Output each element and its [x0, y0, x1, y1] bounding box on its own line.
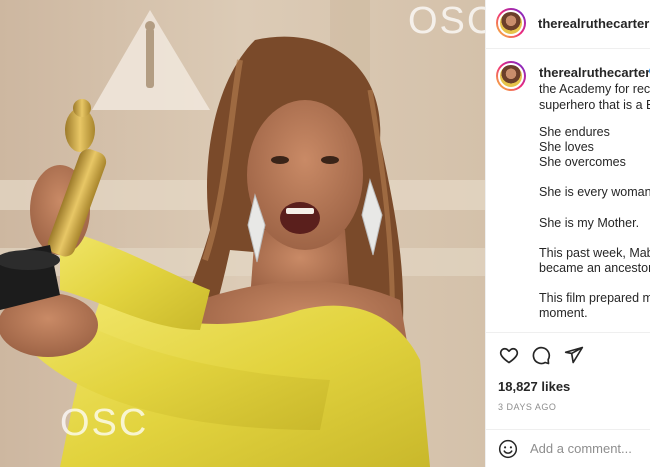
caption-line: the Academy for reco	[539, 82, 650, 96]
emoji-icon[interactable]	[498, 439, 518, 459]
caption-line: She endures	[539, 125, 610, 139]
caption-line: This film prepared m	[539, 291, 650, 305]
caption-line: She overcomes	[539, 155, 626, 169]
backdrop-text-top: OSC	[408, 0, 485, 42]
header-username[interactable]: therealruthecarter	[538, 16, 649, 31]
caption-line: She is every woman	[539, 185, 650, 199]
caption-line: superhero that is a B	[539, 98, 650, 112]
caption-line: became an ancestor.	[539, 261, 650, 275]
backdrop-text-bottom: OSC	[60, 402, 149, 444]
post-actions: 18,827 likes 3 DAYS AGO	[486, 332, 650, 467]
post-photo[interactable]: OSC OSC	[0, 0, 485, 467]
likes-count[interactable]: 18,827 likes	[498, 379, 570, 394]
caption-username[interactable]: therealruthecarter	[539, 65, 650, 80]
post-timestamp[interactable]: 3 DAYS AGO	[498, 402, 556, 412]
post-side-panel: therealruthecarter therealruthecarter th…	[485, 0, 650, 467]
share-icon[interactable]	[564, 345, 584, 365]
caption-line: She is my Mother.	[539, 216, 640, 230]
post-header: therealruthecarter	[486, 0, 650, 49]
add-comment-row	[486, 429, 650, 467]
photo-illustration	[0, 0, 485, 467]
comment-input[interactable]	[530, 441, 650, 456]
heart-icon[interactable]	[499, 345, 519, 365]
caption-line: She loves	[539, 140, 594, 154]
author-avatar[interactable]	[496, 8, 526, 38]
caption-line: moment.	[539, 306, 588, 320]
caption-avatar[interactable]	[496, 61, 526, 91]
caption-line: This past week, Mab	[539, 246, 650, 260]
comment-icon[interactable]	[531, 345, 551, 365]
